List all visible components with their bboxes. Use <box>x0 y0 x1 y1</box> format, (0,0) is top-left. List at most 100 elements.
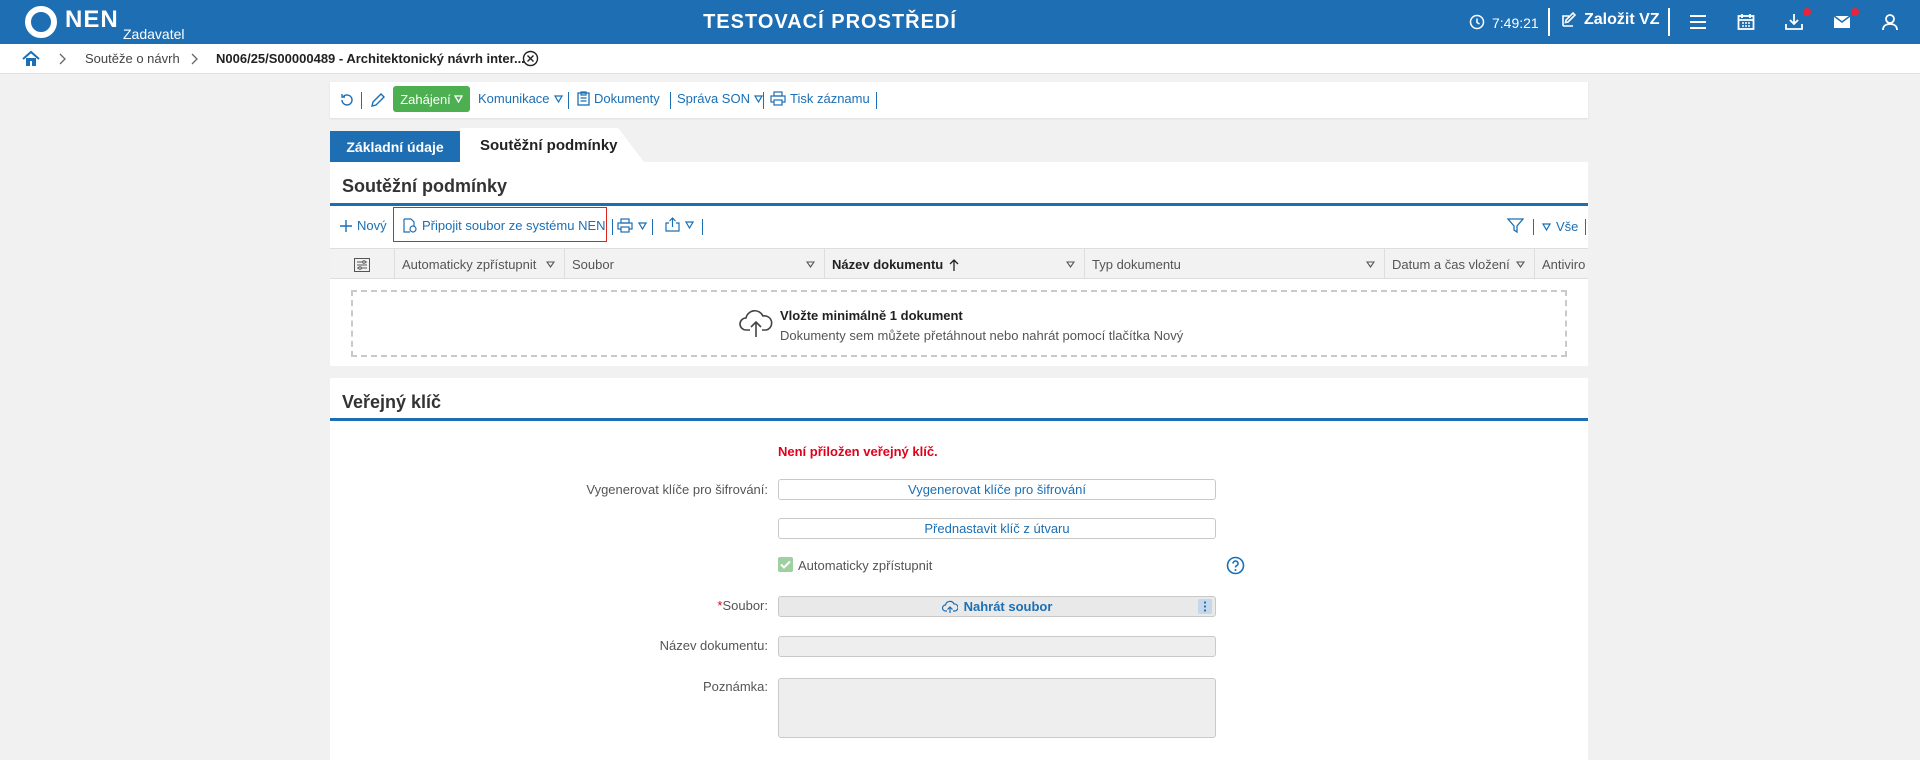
generate-keys-button[interactable]: Vygenerovat klíče pro šifrování <box>778 479 1216 500</box>
mail-icon[interactable] <box>1832 12 1852 32</box>
edit-icon <box>1562 11 1577 27</box>
column-header[interactable]: Datum a čas vložení <box>1385 249 1535 278</box>
home-icon[interactable] <box>22 50 40 67</box>
breadcrumb-link[interactable]: Soutěže o návrh <box>85 51 180 66</box>
filter-all-menu[interactable]: Vše <box>1542 219 1578 234</box>
printer-icon <box>617 218 633 233</box>
documents-button[interactable]: Dokumenty <box>577 91 660 106</box>
print-record-label: Tisk záznamu <box>790 91 870 106</box>
panel-title: Soutěžní podmínky <box>342 176 508 196</box>
start-menu-button[interactable]: Zahájení <box>393 86 470 112</box>
attach-file-label: Připojit soubor ze systému NEN <box>422 218 606 233</box>
document-name-label: Název dokumentu: <box>659 638 768 653</box>
column-header[interactable]: Typ dokumentu <box>1085 249 1385 278</box>
checkmark-icon <box>780 560 791 569</box>
caret-down-icon <box>685 220 694 229</box>
divider <box>568 92 569 109</box>
breadcrumb: Soutěže o návrh N006/25/S00000489 - Arch… <box>0 44 1920 74</box>
dropzone-title: Vložte minimálně 1 dokument <box>780 308 963 323</box>
divider <box>1585 219 1586 235</box>
session-time: 7:49:21 <box>1492 15 1539 31</box>
divider <box>361 92 362 109</box>
create-vz-button[interactable]: Založit VZ <box>1560 11 1660 29</box>
user-icon[interactable] <box>1880 12 1900 32</box>
note-textarea[interactable] <box>778 678 1216 738</box>
tab-basic-info[interactable]: Základní údaje <box>330 131 460 162</box>
column-label: Soubor <box>572 257 614 272</box>
divider <box>763 92 764 109</box>
caret-down-icon <box>806 261 815 268</box>
new-label: Nový <box>357 218 387 233</box>
pencil-icon[interactable] <box>370 92 386 108</box>
top-bar: NEN Zadavatel TESTOVACÍ PROSTŘEDÍ 7:49:2… <box>0 0 1920 44</box>
public-key-panel: Veřejný klíč Není přiložen veřejný klíč.… <box>330 378 1588 760</box>
divider <box>1548 8 1550 36</box>
caret-down-icon <box>453 95 463 103</box>
caret-down-icon <box>1366 261 1375 268</box>
column-header[interactable]: Soubor <box>565 249 825 278</box>
column-header[interactable]: Antiviro <box>1535 249 1588 278</box>
caret-down-icon <box>546 261 555 268</box>
upload-options-button[interactable] <box>1198 599 1212 614</box>
file-label-text: Soubor: <box>722 598 768 613</box>
communication-menu[interactable]: Komunikace <box>478 91 563 106</box>
print-record-button[interactable]: Tisk záznamu <box>770 91 870 106</box>
divider <box>1533 219 1534 235</box>
chevron-right-icon <box>59 53 66 65</box>
cloud-upload-icon <box>739 310 773 337</box>
filter-all-label: Vše <box>1556 219 1579 234</box>
notification-dot <box>1851 8 1859 16</box>
caret-down-icon <box>1516 261 1525 268</box>
column-label: Antiviro <box>1542 257 1586 272</box>
son-menu[interactable]: Správa SON <box>677 91 763 106</box>
communication-label: Komunikace <box>478 91 550 106</box>
column-label: Datum a čas vložení <box>1392 257 1510 272</box>
file-label: *Soubor: <box>717 598 768 613</box>
menu-icon[interactable] <box>1688 12 1708 32</box>
new-document-button[interactable]: Nový <box>340 218 387 233</box>
filter-icon[interactable] <box>1507 217 1524 234</box>
panel-divider <box>330 203 1588 206</box>
panel-divider <box>330 418 1588 421</box>
help-icon[interactable] <box>1226 556 1245 575</box>
calendar-icon[interactable] <box>1736 12 1756 32</box>
record-toolbar: Komunikace Dokumenty Správa SON Tisk záz… <box>330 82 1588 118</box>
son-label: Správa SON <box>677 91 750 106</box>
column-header-sorted[interactable]: Název dokumentu <box>825 249 1085 278</box>
auto-access-label[interactable]: Automaticky zpřístupnit <box>798 558 932 573</box>
environment-title: TESTOVACÍ PROSTŘEDÍ <box>703 11 957 33</box>
column-label: Název dokumentu <box>832 257 944 272</box>
missing-key-warning: Není přiložen veřejný klíč. <box>778 444 938 459</box>
more-vertical-icon <box>1203 601 1207 612</box>
auto-access-checkbox[interactable] <box>778 557 793 572</box>
tab-competition-conditions[interactable]: Soutěžní podmínky <box>460 128 644 162</box>
divider <box>612 219 613 235</box>
print-menu[interactable] <box>617 218 647 233</box>
divider <box>702 219 703 235</box>
breadcrumb-current: N006/25/S00000489 - Architektonický návr… <box>216 51 525 66</box>
column-settings-icon <box>354 257 370 272</box>
close-icon[interactable] <box>522 50 539 67</box>
upload-dropzone[interactable]: Vložte minimálně 1 dokument Dokumenty se… <box>351 290 1567 357</box>
generate-keys-label: Vygenerovat klíče pro šifrování: <box>586 482 768 497</box>
conditions-panel: Soutěžní podmínky Nový Připojit soubor z… <box>330 162 1588 366</box>
preset-key-button[interactable]: Přednastavit klíč z útvaru <box>778 518 1216 539</box>
document-name-field[interactable] <box>778 636 1216 657</box>
download-icon[interactable] <box>1784 12 1804 32</box>
caret-down-icon <box>1542 222 1551 231</box>
export-menu[interactable] <box>665 217 694 232</box>
column-header[interactable]: Automaticky zpřístupnit <box>395 249 565 278</box>
attach-file-button[interactable]: Připojit soubor ze systému NEN <box>393 207 607 242</box>
column-settings[interactable] <box>330 249 395 278</box>
tab-label: Soutěžní podmínky <box>480 137 618 154</box>
note-label: Poznámka: <box>702 679 768 694</box>
clipboard-icon <box>577 91 590 106</box>
dropzone-text: Dokumenty sem můžete přetáhnout nebo nah… <box>780 328 1184 343</box>
upload-file-label: Nahrát soubor <box>963 599 1053 614</box>
refresh-icon[interactable] <box>339 92 355 108</box>
export-icon <box>665 217 680 232</box>
caret-down-icon <box>753 94 763 103</box>
caret-down-icon <box>553 94 563 103</box>
cloud-upload-icon <box>941 600 958 613</box>
upload-file-button[interactable]: Nahrát soubor <box>778 596 1216 617</box>
